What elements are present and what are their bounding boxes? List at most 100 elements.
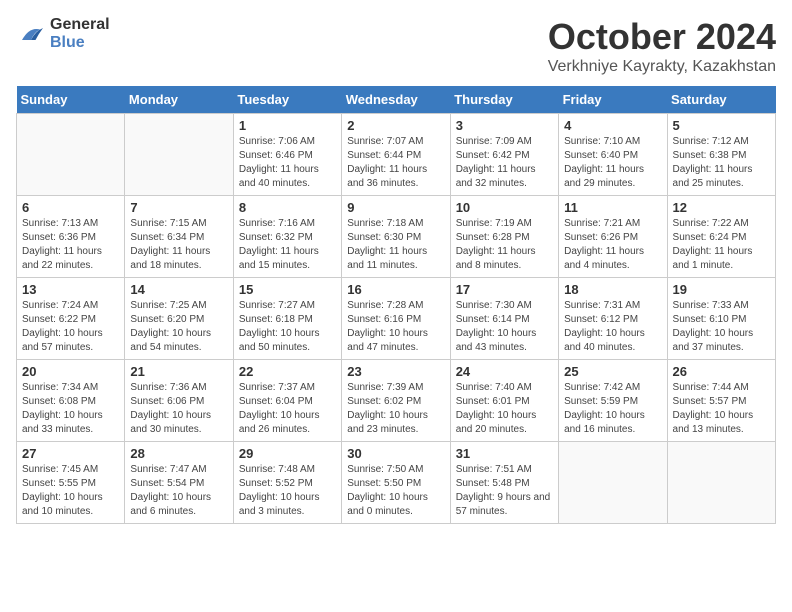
column-header-monday: Monday [125, 86, 233, 114]
day-cell: 5 Sunrise: 7:12 AMSunset: 6:38 PMDaylight… [667, 114, 775, 196]
column-header-wednesday: Wednesday [342, 86, 450, 114]
day-info: Sunrise: 7:51 AMSunset: 5:48 PMDaylight:… [456, 464, 551, 517]
day-info: Sunrise: 7:44 AMSunset: 5:57 PMDaylight:… [673, 382, 754, 435]
day-cell: 30 Sunrise: 7:50 AMSunset: 5:50 PMDayligh… [342, 442, 450, 524]
day-cell: 3Sunrise: 7:09 AMSunset: 6:42 PMDaylight… [450, 114, 558, 196]
day-number: 27 [22, 446, 119, 461]
day-info: Sunrise: 7:50 AMSunset: 5:50 PMDaylight:… [347, 464, 428, 517]
day-cell: 13 Sunrise: 7:24 AMSunset: 6:22 PMDayligh… [17, 278, 125, 360]
day-info: Sunrise: 7:39 AMSunset: 6:02 PMDaylight:… [347, 382, 428, 435]
day-number: 24 [456, 364, 553, 379]
header: General Blue October 2024 Verkhniye Kayr… [16, 16, 776, 76]
day-cell [125, 114, 233, 196]
day-cell: 21Sunrise: 7:36 AMSunset: 6:06 PMDayligh… [125, 360, 233, 442]
day-cell: 10Sunrise: 7:19 AMSunset: 6:28 PMDayligh… [450, 196, 558, 278]
day-info: Sunrise: 7:33 AMSunset: 6:10 PMDaylight:… [673, 300, 754, 353]
column-header-thursday: Thursday [450, 86, 558, 114]
day-cell: 14 Sunrise: 7:25 AMSunset: 6:20 PMDayligh… [125, 278, 233, 360]
header-row: SundayMondayTuesdayWednesdayThursdayFrid… [17, 86, 776, 114]
day-cell: 28Sunrise: 7:47 AMSunset: 5:54 PMDayligh… [125, 442, 233, 524]
day-number: 28 [130, 446, 227, 461]
day-cell [559, 442, 667, 524]
day-number: 7 [130, 200, 227, 215]
day-number: 18 [564, 282, 661, 297]
day-number: 21 [130, 364, 227, 379]
day-cell: 26Sunrise: 7:44 AMSunset: 5:57 PMDayligh… [667, 360, 775, 442]
day-number: 20 [22, 364, 119, 379]
location-title: Verkhniye Kayrakty, Kazakhstan [548, 58, 776, 76]
column-header-sunday: Sunday [17, 86, 125, 114]
day-cell: 12Sunrise: 7:22 AMSunset: 6:24 PMDayligh… [667, 196, 775, 278]
day-number: 19 [673, 282, 770, 297]
day-cell: 20 Sunrise: 7:34 AMSunset: 6:08 PMDayligh… [17, 360, 125, 442]
day-number: 16 [347, 282, 444, 297]
day-number: 3 [456, 118, 553, 133]
day-cell: 23 Sunrise: 7:39 AMSunset: 6:02 PMDayligh… [342, 360, 450, 442]
column-header-saturday: Saturday [667, 86, 775, 114]
day-info: Sunrise: 7:30 AMSunset: 6:14 PMDaylight:… [456, 300, 537, 353]
day-cell: 25 Sunrise: 7:42 AMSunset: 5:59 PMDayligh… [559, 360, 667, 442]
day-number: 4 [564, 118, 661, 133]
day-info: Sunrise: 7:37 AMSunset: 6:04 PMDaylight:… [239, 382, 320, 435]
day-cell: 8 Sunrise: 7:16 AMSunset: 6:32 PMDaylight… [233, 196, 341, 278]
day-cell: 31 Sunrise: 7:51 AMSunset: 5:48 PMDayligh… [450, 442, 558, 524]
day-number: 15 [239, 282, 336, 297]
day-cell: 9 Sunrise: 7:18 AMSunset: 6:30 PMDaylight… [342, 196, 450, 278]
day-info: Sunrise: 7:16 AMSunset: 6:32 PMDaylight:… [239, 218, 319, 271]
day-number: 11 [564, 200, 661, 215]
week-row-4: 20 Sunrise: 7:34 AMSunset: 6:08 PMDayligh… [17, 360, 776, 442]
logo-icon [16, 19, 46, 49]
day-number: 14 [130, 282, 227, 297]
day-number: 12 [673, 200, 770, 215]
day-number: 6 [22, 200, 119, 215]
day-cell: 7 Sunrise: 7:15 AMSunset: 6:34 PMDaylight… [125, 196, 233, 278]
day-cell [17, 114, 125, 196]
day-number: 9 [347, 200, 444, 215]
week-row-5: 27 Sunrise: 7:45 AMSunset: 5:55 PMDayligh… [17, 442, 776, 524]
day-cell: 18 Sunrise: 7:31 AMSunset: 6:12 PMDayligh… [559, 278, 667, 360]
day-number: 29 [239, 446, 336, 461]
day-info: Sunrise: 7:45 AMSunset: 5:55 PMDaylight:… [22, 464, 103, 517]
day-cell [667, 442, 775, 524]
day-number: 25 [564, 364, 661, 379]
calendar-table: SundayMondayTuesdayWednesdayThursdayFrid… [16, 86, 776, 524]
day-cell: 17Sunrise: 7:30 AMSunset: 6:14 PMDayligh… [450, 278, 558, 360]
day-info: Sunrise: 7:19 AMSunset: 6:28 PMDaylight:… [456, 218, 536, 271]
column-header-tuesday: Tuesday [233, 86, 341, 114]
week-row-2: 6 Sunrise: 7:13 AMSunset: 6:36 PMDaylight… [17, 196, 776, 278]
day-cell: 6 Sunrise: 7:13 AMSunset: 6:36 PMDaylight… [17, 196, 125, 278]
week-row-3: 13 Sunrise: 7:24 AMSunset: 6:22 PMDayligh… [17, 278, 776, 360]
title-area: October 2024 Verkhniye Kayrakty, Kazakhs… [548, 16, 776, 76]
day-number: 8 [239, 200, 336, 215]
day-info: Sunrise: 7:12 AMSunset: 6:38 PMDaylight:… [673, 136, 753, 189]
day-info: Sunrise: 7:31 AMSunset: 6:12 PMDaylight:… [564, 300, 645, 353]
day-cell: 1 Sunrise: 7:06 AMSunset: 6:46 PMDaylight… [233, 114, 341, 196]
week-row-1: 1 Sunrise: 7:06 AMSunset: 6:46 PMDaylight… [17, 114, 776, 196]
day-cell: 2Sunrise: 7:07 AMSunset: 6:44 PMDaylight… [342, 114, 450, 196]
day-number: 5 [673, 118, 770, 133]
day-number: 1 [239, 118, 336, 133]
day-number: 30 [347, 446, 444, 461]
day-info: Sunrise: 7:13 AMSunset: 6:36 PMDaylight:… [22, 218, 102, 271]
day-cell: 16Sunrise: 7:28 AMSunset: 6:16 PMDayligh… [342, 278, 450, 360]
day-info: Sunrise: 7:34 AMSunset: 6:08 PMDaylight:… [22, 382, 103, 435]
day-info: Sunrise: 7:21 AMSunset: 6:26 PMDaylight:… [564, 218, 644, 271]
day-info: Sunrise: 7:10 AMSunset: 6:40 PMDaylight:… [564, 136, 644, 189]
day-number: 22 [239, 364, 336, 379]
day-cell: 27 Sunrise: 7:45 AMSunset: 5:55 PMDayligh… [17, 442, 125, 524]
day-info: Sunrise: 7:15 AMSunset: 6:34 PMDaylight:… [130, 218, 210, 271]
day-number: 13 [22, 282, 119, 297]
day-cell: 11 Sunrise: 7:21 AMSunset: 6:26 PMDayligh… [559, 196, 667, 278]
day-number: 23 [347, 364, 444, 379]
month-title: October 2024 [548, 16, 776, 58]
day-number: 31 [456, 446, 553, 461]
day-number: 2 [347, 118, 444, 133]
day-info: Sunrise: 7:27 AMSunset: 6:18 PMDaylight:… [239, 300, 320, 353]
day-info: Sunrise: 7:06 AMSunset: 6:46 PMDaylight:… [239, 136, 319, 189]
day-info: Sunrise: 7:24 AMSunset: 6:22 PMDaylight:… [22, 300, 103, 353]
day-cell: 19 Sunrise: 7:33 AMSunset: 6:10 PMDayligh… [667, 278, 775, 360]
day-info: Sunrise: 7:18 AMSunset: 6:30 PMDaylight:… [347, 218, 427, 271]
day-info: Sunrise: 7:25 AMSunset: 6:20 PMDaylight:… [130, 300, 211, 353]
day-cell: 29Sunrise: 7:48 AMSunset: 5:52 PMDayligh… [233, 442, 341, 524]
day-info: Sunrise: 7:42 AMSunset: 5:59 PMDaylight:… [564, 382, 645, 435]
